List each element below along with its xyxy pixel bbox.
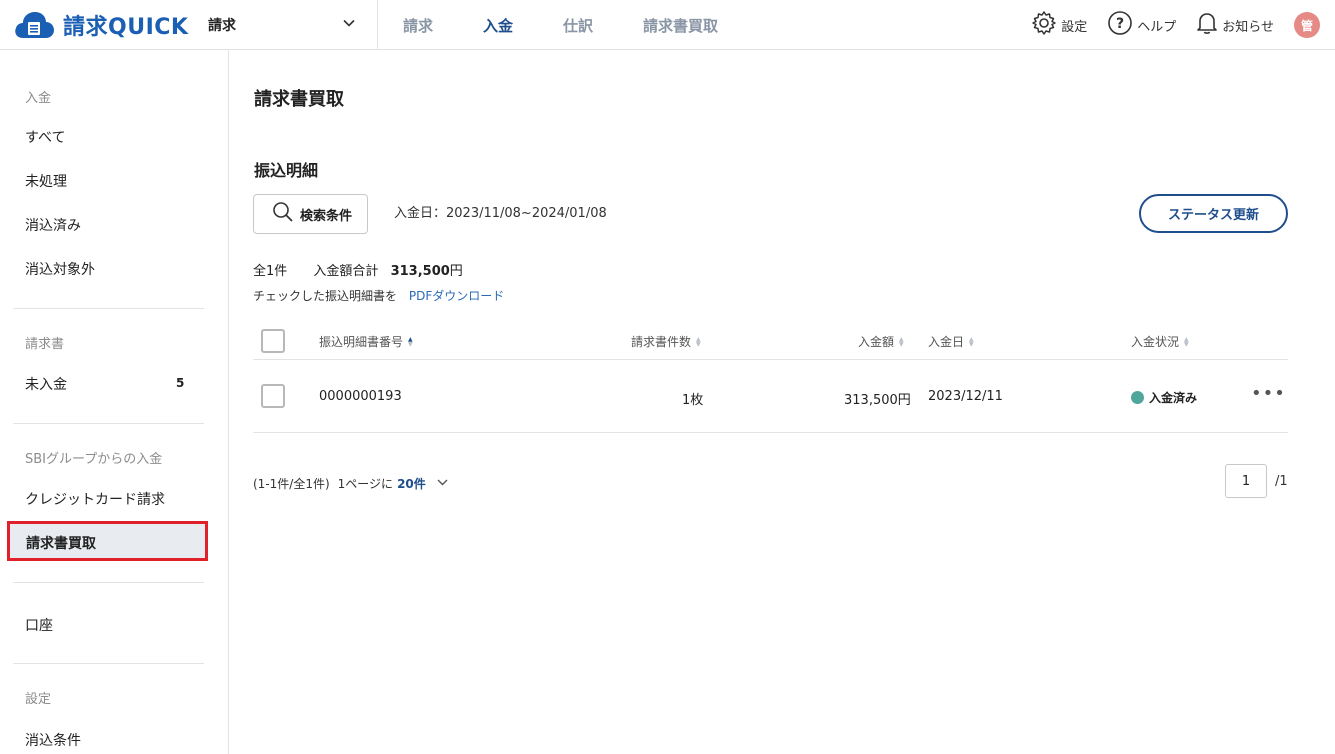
sidebar-section-sbi: SBIグループからの入金 [25,452,163,467]
logo-text: 請求QUICK [63,15,189,40]
status-badge: 入金済み [1131,389,1197,406]
payment-amount: 313,500円 [844,393,911,408]
sort-icon: ▲ ▼ [408,335,413,348]
sidebar-divider [13,423,204,424]
sidebar-item-factoring[interactable]: 請求書買取 [7,521,208,561]
sidebar-item-label: 請求書買取 [26,536,96,552]
summary-count: 全1件 [253,264,288,279]
topnav-payment[interactable]: 入金 [458,15,538,36]
sidebar-divider [13,663,204,664]
search-conditions-button[interactable]: 検索条件 [253,194,368,234]
col-label: 入金額 [858,335,895,349]
pagination-info: (1-1件/全1件) 1ページに 20件 [253,475,449,492]
col-payment-date[interactable]: 入金日 ▲ ▼ [928,333,974,350]
help-button[interactable]: ? ヘルプ [1107,10,1176,40]
unpaid-count-badge: 5 [176,376,185,390]
bulk-action-text: チェックした振込明細書を [253,289,398,303]
avatar[interactable]: 管 [1294,12,1320,38]
chevron-down-icon [342,16,356,34]
col-label: 請求書件数 [631,335,692,349]
sidebar-section-invoice: 請求書 [25,337,65,352]
app-header: 請求QUICK 請求 請求 入金 仕訳 請求書買取 設定 ? ヘルプ お知らせ … [0,0,1335,50]
sort-icon: ▲ ▼ [696,335,701,348]
topnav-journal[interactable]: 仕訳 [538,15,618,36]
header-tools: 設定 ? ヘルプ お知らせ 管 [1031,0,1335,50]
topnav-factoring[interactable]: 請求書買取 [618,15,743,36]
sort-icon: ▲ ▼ [1184,335,1189,348]
app-selector[interactable]: 請求 [208,0,378,50]
sidebar-item-unpaid[interactable]: 未入金 [25,374,67,394]
page-title: 請求書買取 [254,89,344,110]
cloud-logo-icon [13,8,55,42]
main-content: 請求書買取 振込明細 検索条件 入金日：2023/11/08~2024/01/0… [229,50,1335,754]
section-title: 振込明細 [254,161,319,180]
pdf-download-link[interactable]: PDFダウンロード [409,289,504,303]
table-row[interactable]: 0000000193 1枚 313,500円 2023/12/11 入金済み •… [253,361,1288,433]
status-update-button[interactable]: ステータス更新 [1139,194,1288,233]
top-nav: 請求 入金 仕訳 請求書買取 [378,0,743,50]
sort-icon: ▲ ▼ [899,335,904,348]
page-total: /1 [1275,474,1288,489]
settings-button[interactable]: 設定 [1031,10,1087,40]
col-label: 入金日 [928,335,965,349]
row-checkbox[interactable] [261,384,285,408]
col-invoice-count[interactable]: 請求書件数 ▲ ▼ [631,333,701,350]
sidebar: 入金 すべて 未処理 消込済み 消込対象外 請求書 未入金 5 SBIグループか… [0,50,229,754]
invoice-count: 1枚 [682,393,704,408]
settings-label: 設定 [1061,19,1088,35]
sidebar-item-unprocessed[interactable]: 未処理 [25,171,67,191]
logo[interactable]: 請求QUICK [13,8,188,42]
notifications-label: お知らせ [1222,19,1274,35]
svg-text:?: ? [1116,16,1124,32]
sort-icon: ▲ ▼ [969,335,974,348]
sidebar-item-credit-card[interactable]: クレジットカード請求 [25,489,165,509]
topnav-invoice[interactable]: 請求 [378,15,458,36]
sidebar-item-reconciled[interactable]: 消込済み [25,215,81,235]
search-conditions-label: 検索条件 [300,208,353,224]
col-payment-status[interactable]: 入金状況 ▲ ▼ [1131,333,1189,350]
payment-date: 2023/12/11 [928,389,1003,404]
summary-total-label: 入金額合計 [313,264,379,279]
statement-number[interactable]: 0000000193 [319,389,402,404]
notifications-button[interactable]: お知らせ [1196,11,1274,39]
sidebar-divider [13,308,204,309]
gear-icon [1031,10,1061,40]
sidebar-item-all[interactable]: すべて [25,127,65,147]
sidebar-divider [13,582,204,583]
status-dot-icon [1131,391,1144,404]
status-label: 入金済み [1149,391,1198,405]
sidebar-item-excluded[interactable]: 消込対象外 [25,259,95,279]
col-label: 入金状況 [1131,335,1180,349]
table-header-row: 振込明細書番号 ▲ ▼ 請求書件数 ▲ ▼ 入金額 ▲ ▼ 入金日 ▲ ▼ 入金状況 ▲… [253,322,1288,360]
sidebar-section-settings: 設定 [25,692,52,707]
date-range-filter: 入金日：2023/11/08~2024/01/08 [394,206,607,221]
sidebar-section-payment: 入金 [25,91,52,106]
result-range: (1-1件/全1件) [253,477,330,491]
help-icon: ? [1107,10,1137,40]
chevron-down-icon[interactable] [436,476,449,492]
col-amount[interactable]: 入金額 ▲ ▼ [858,333,904,350]
per-page-label: 1ページに [337,477,394,491]
bulk-action-line: チェックした振込明細書を PDFダウンロード [253,287,504,304]
app-selector-label: 請求 [208,18,236,34]
summary-total-unit: 円 [449,264,463,279]
search-icon [272,201,294,227]
summary: 全1件 入金額合計 313,500円 [253,260,463,279]
help-label: ヘルプ [1137,19,1177,35]
page-number-input[interactable]: 1 [1225,464,1267,498]
more-options-icon[interactable]: ••• [1251,383,1286,404]
sidebar-item-reconcile-conditions[interactable]: 消込条件 [25,730,81,750]
col-statement-number[interactable]: 振込明細書番号 ▲ ▼ [319,333,413,350]
col-label: 振込明細書番号 [319,335,404,349]
bell-icon [1196,11,1222,39]
summary-total-value: 313,500 [390,264,450,279]
per-page-select[interactable]: 20件 [397,475,426,492]
sidebar-item-account[interactable]: 口座 [25,615,53,635]
select-all-checkbox[interactable] [261,329,285,353]
